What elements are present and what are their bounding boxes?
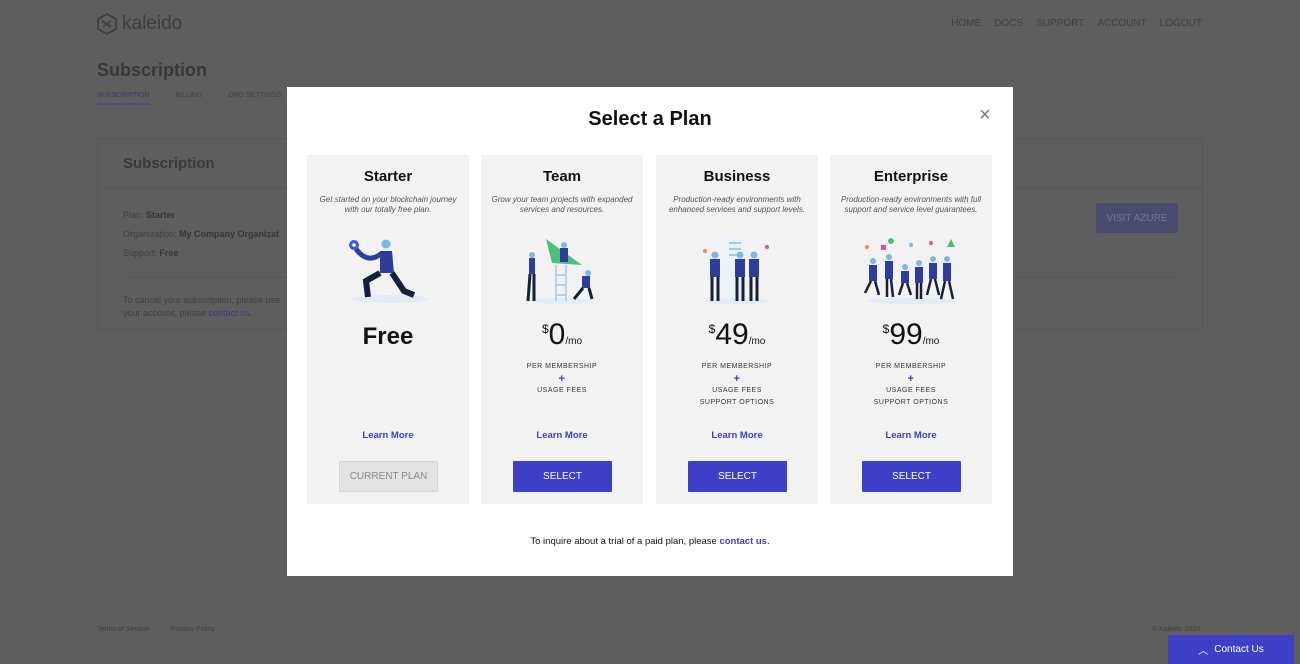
price-period: /mo bbox=[748, 336, 766, 347]
cancel-line-1: To cancel your subscription, please use bbox=[123, 295, 281, 305]
fee-usage: USAGE FEES bbox=[712, 387, 762, 394]
copyright: © Kaleido 2020 bbox=[1152, 626, 1200, 633]
plan-price: $0/mo bbox=[481, 318, 643, 352]
select-enterprise-button[interactable]: SELECT bbox=[862, 461, 961, 492]
privacy-link[interactable]: Privacy Policy bbox=[171, 626, 215, 633]
fee-support: SUPPORT OPTIONS bbox=[699, 399, 775, 406]
nav-support[interactable]: SUPPORT bbox=[1036, 18, 1084, 29]
period: . bbox=[766, 536, 770, 547]
contact-us-label: Contact Us bbox=[1214, 644, 1264, 655]
plan-description: Production-ready environments with enhan… bbox=[668, 195, 806, 214]
plan-name: Business bbox=[703, 168, 771, 185]
team-flag-illustration bbox=[526, 239, 594, 304]
fee-list: PER MEMBERSHIP + USAGE FEES SUPPORT OPTI… bbox=[830, 361, 992, 409]
currency-symbol: $ bbox=[541, 322, 549, 336]
plan-description: Production-ready environments with full … bbox=[840, 195, 982, 214]
fee-support: SUPPORT OPTIONS bbox=[873, 399, 949, 406]
fee-list: PER MEMBERSHIP + USAGE FEES SUPPORT OPTI… bbox=[656, 361, 818, 409]
logo-text: kaleido bbox=[122, 13, 183, 34]
plus-icon: + bbox=[558, 373, 566, 385]
plan-name: Team bbox=[542, 168, 582, 185]
kaleido-logo-icon bbox=[97, 13, 117, 35]
fee-per-membership: PER MEMBERSHIP bbox=[875, 363, 947, 370]
period: . bbox=[249, 308, 253, 318]
contact-us-link[interactable]: contact us bbox=[209, 308, 250, 318]
fee-usage: USAGE FEES bbox=[886, 387, 936, 394]
price-period: /mo bbox=[922, 336, 940, 347]
top-nav: HOME DOCS SUPPORT ACCOUNT LOGOUT bbox=[951, 18, 1202, 29]
plan-card-business: Business Production-ready environments w… bbox=[656, 155, 818, 504]
terms-link[interactable]: Terms of Service bbox=[97, 626, 149, 633]
kneeling-person-illustration bbox=[349, 239, 428, 303]
fee-per-membership: PER MEMBERSHIP bbox=[526, 363, 598, 370]
learn-more-link[interactable]: Learn More bbox=[656, 430, 818, 441]
page-tabs: SUBSCRIPTION BILLING ORG SETTINGS bbox=[97, 92, 281, 105]
support-label: Support: bbox=[123, 248, 158, 258]
learn-more-link[interactable]: Learn More bbox=[481, 430, 643, 441]
fee-list: PER MEMBERSHIP + USAGE FEES bbox=[481, 361, 643, 397]
select-business-button[interactable]: SELECT bbox=[688, 461, 787, 492]
kaleido-logo[interactable]: kaleido bbox=[97, 13, 182, 35]
price-amount: 0 bbox=[548, 318, 566, 351]
plan-price: $99/mo bbox=[830, 318, 992, 352]
org-label: Organization: bbox=[123, 229, 177, 239]
tab-subscription[interactable]: SUBSCRIPTION bbox=[97, 92, 150, 105]
price-period: /mo bbox=[565, 336, 583, 347]
nav-logout[interactable]: LOGOUT bbox=[1160, 18, 1202, 29]
org-value: My Company Organizat bbox=[179, 229, 280, 239]
currency-symbol: $ bbox=[882, 322, 890, 336]
plan-price: $49/mo bbox=[656, 318, 818, 352]
nav-home[interactable]: HOME bbox=[951, 18, 981, 29]
learn-more-link[interactable]: Learn More bbox=[307, 430, 469, 441]
tab-org-settings[interactable]: ORG SETTINGS bbox=[228, 92, 281, 105]
plan-card-team: Team Grow your team projects with expand… bbox=[481, 155, 643, 504]
close-icon[interactable]: × bbox=[979, 104, 991, 127]
support-value: Free bbox=[159, 248, 179, 258]
plus-icon: + bbox=[733, 373, 741, 385]
modal-title: Select a Plan bbox=[588, 108, 712, 130]
chevron-up-icon: ︿ bbox=[1198, 646, 1209, 657]
trial-note: To inquire about a trial of a paid plan,… bbox=[287, 536, 1013, 547]
tab-billing[interactable]: BILLING bbox=[176, 92, 203, 105]
nav-docs[interactable]: DOCS bbox=[994, 18, 1023, 29]
page-title: Subscription bbox=[97, 60, 208, 80]
learn-more-link[interactable]: Learn More bbox=[830, 430, 992, 441]
trial-text: To inquire about a trial of a paid plan,… bbox=[530, 536, 720, 547]
select-team-button[interactable]: SELECT bbox=[513, 461, 612, 492]
fee-usage: USAGE FEES bbox=[537, 387, 587, 394]
cancel-line-2: your account, please bbox=[123, 308, 207, 318]
business-team-illustration bbox=[703, 237, 769, 304]
trial-contact-link[interactable]: contact us bbox=[719, 536, 767, 547]
card-title: Subscription bbox=[123, 155, 215, 172]
current-plan-button: CURRENT PLAN bbox=[339, 461, 438, 492]
plan-price: Free bbox=[362, 323, 414, 350]
plan-description: Grow your team projects with expanded se… bbox=[491, 195, 633, 214]
price-amount: 49 bbox=[715, 318, 749, 351]
plus-icon: + bbox=[907, 373, 915, 385]
subscription-info: Plan: Starter Organization: My Company O… bbox=[123, 206, 279, 263]
fee-per-membership: PER MEMBERSHIP bbox=[701, 363, 773, 370]
plan-name: Enterprise bbox=[873, 168, 949, 185]
plan-description: Get started on your blockchain journey w… bbox=[319, 195, 457, 214]
cancel-text: To cancel your subscription, please use … bbox=[123, 294, 280, 320]
plan-name: Starter bbox=[363, 168, 413, 185]
plan-label: Plan: bbox=[123, 210, 144, 220]
currency-symbol: $ bbox=[708, 322, 716, 336]
contact-us-button[interactable]: ︿ Contact Us bbox=[1168, 635, 1294, 664]
celebrating-team-illustration bbox=[863, 238, 955, 304]
select-plan-modal: Select a Plan × Starter Get started on y… bbox=[287, 87, 1013, 576]
visit-azure-button[interactable]: VISIT AZURE bbox=[1096, 203, 1178, 233]
plan-card-enterprise: Enterprise Production-ready environments… bbox=[830, 155, 992, 504]
plan-card-starter: Starter Get started on your blockchain j… bbox=[307, 155, 469, 504]
nav-account[interactable]: ACCOUNT bbox=[1097, 18, 1146, 29]
price-amount: 99 bbox=[889, 318, 923, 351]
plan-value: Starter bbox=[146, 210, 176, 220]
